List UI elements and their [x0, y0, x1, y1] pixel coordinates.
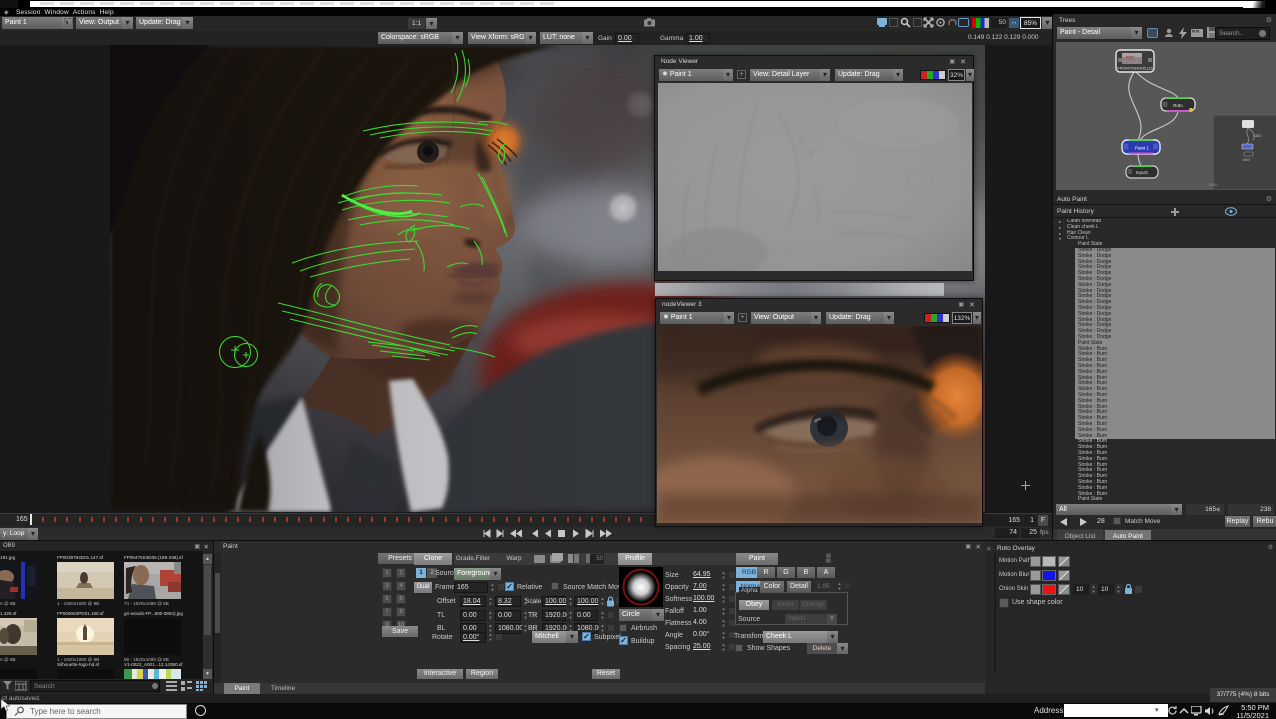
- svg-text:4060: 4060: [1242, 158, 1250, 162]
- svg-text:Paint 1: Paint 1: [1135, 146, 1150, 151]
- svg-text:4363: 4363: [1253, 134, 1261, 138]
- svg-text:4000: 4000: [1209, 183, 1217, 187]
- svg-text:Roto: Roto: [1173, 103, 1183, 108]
- svg-text:Input1: Input1: [1136, 170, 1149, 175]
- svg-text:FP00475S4D06.(16: FP00475S4D06.(16: [1117, 66, 1153, 71]
